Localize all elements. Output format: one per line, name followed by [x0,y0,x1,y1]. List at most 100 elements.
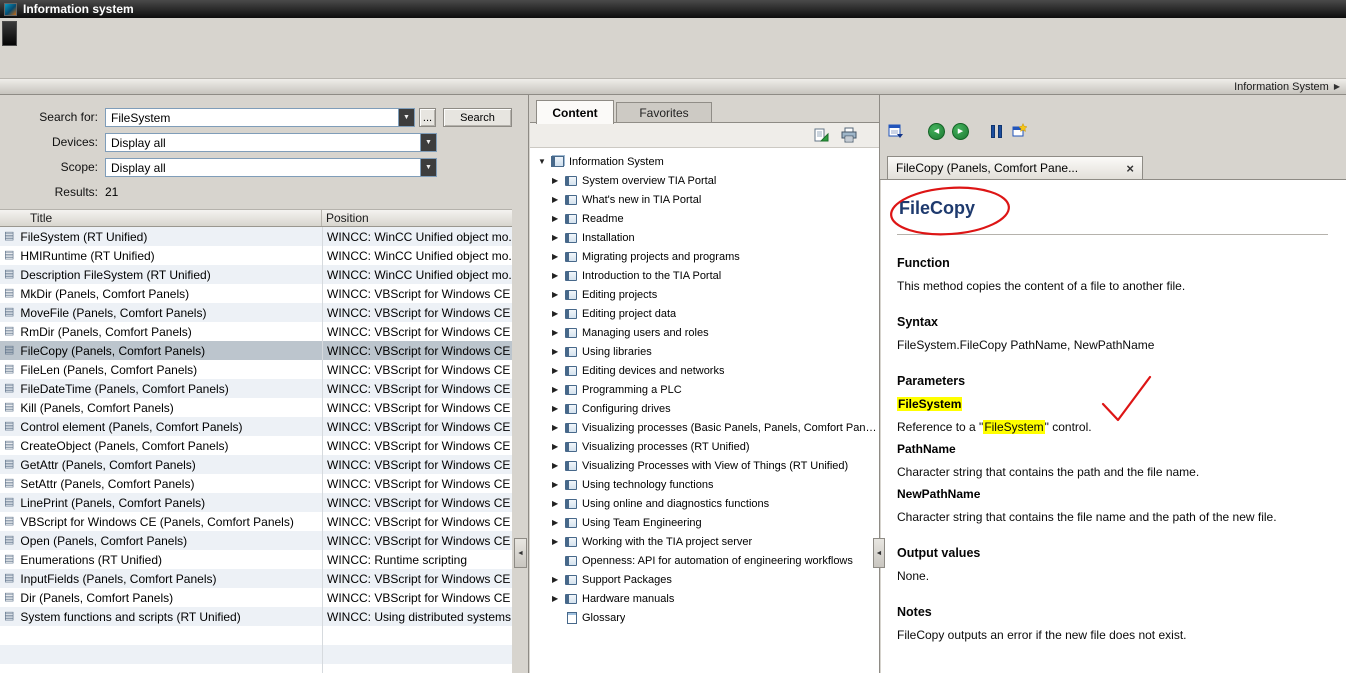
forward-icon[interactable]: ▶ [952,123,969,140]
table-row[interactable]: ▤MoveFile (Panels, Comfort Panels)WINCC:… [0,303,512,322]
table-row[interactable]: ▤HMIRuntime (RT Unified)WINCC: WinCC Uni… [0,246,512,265]
table-row[interactable]: ▤FileDateTime (Panels, Comfort Panels)WI… [0,379,512,398]
result-position: WINCC: VBScript for Windows CE [327,477,510,491]
table-row[interactable]: ▤System functions and scripts (RT Unifie… [0,607,512,626]
tree-item[interactable]: ▶Migrating projects and programs [530,247,879,266]
expand-arrow-icon[interactable]: ▶ [552,271,565,280]
table-row[interactable]: ▤GetAttr (Panels, Comfort Panels)WINCC: … [0,455,512,474]
vertical-splitter-left[interactable]: ◄ [512,95,529,673]
tree-item[interactable]: ▶What's new in TIA Portal [530,190,879,209]
start-page-icon[interactable] [1011,123,1027,139]
expand-arrow-icon[interactable]: ▶ [552,385,565,394]
tree-item[interactable]: ▶Configuring drives [530,399,879,418]
expand-arrow-icon[interactable]: ▶ [552,518,565,527]
expand-arrow-icon[interactable]: ▶ [552,328,565,337]
expand-arrow-icon[interactable]: ▶ [552,594,565,603]
table-row[interactable]: ▤VBScript for Windows CE (Panels, Comfor… [0,512,512,531]
tree-item[interactable]: Openness: API for automation of engineer… [530,551,879,570]
search-combobox[interactable]: FileSystem ▼ [105,108,415,127]
dropdown-arrow-icon[interactable]: ▼ [420,159,436,176]
table-row[interactable]: ▤FileLen (Panels, Comfort Panels)WINCC: … [0,360,512,379]
dropdown-arrow-icon[interactable]: ▼ [398,109,414,126]
expand-arrow-icon[interactable]: ▶ [552,347,565,356]
tree-item[interactable]: ▶Visualizing processes (Basic Panels, Pa… [530,418,879,437]
tree-item[interactable]: ▶Support Packages [530,570,879,589]
tree-item[interactable]: ▶Working with the TIA project server [530,532,879,551]
dropdown-arrow-icon[interactable]: ▼ [420,134,436,151]
column-header-position[interactable]: Position [322,210,512,226]
tree-item[interactable]: ▶Using online and diagnostics functions [530,494,879,513]
scope-value[interactable]: Display all [106,159,420,176]
tree-root[interactable]: ▼ Information System [530,152,879,171]
expand-arrow-icon[interactable]: ▶ [552,480,565,489]
expand-arrow-icon[interactable]: ▶ [552,290,565,299]
tree-item[interactable]: ▶Editing projects [530,285,879,304]
print-icon[interactable] [841,127,857,143]
table-row[interactable]: ▤RmDir (Panels, Comfort Panels)WINCC: VB… [0,322,512,341]
table-row[interactable]: ▤SetAttr (Panels, Comfort Panels)WINCC: … [0,474,512,493]
expand-arrow-icon[interactable]: ▶ [552,195,565,204]
expand-arrow-icon[interactable]: ▶ [552,575,565,584]
tree-item[interactable]: ▶Using Team Engineering [530,513,879,532]
tree-item[interactable]: ▶Editing devices and networks [530,361,879,380]
tree-item[interactable]: ▶Installation [530,228,879,247]
close-icon[interactable]: × [1126,162,1134,175]
expand-arrow-icon[interactable]: ▶ [552,214,565,223]
table-row[interactable]: ▤FileCopy (Panels, Comfort Panels)WINCC:… [0,341,512,360]
sync-topic-icon[interactable] [813,127,829,143]
table-row[interactable]: ▤Kill (Panels, Comfort Panels)WINCC: VBS… [0,398,512,417]
devices-value[interactable]: Display all [106,134,420,151]
scope-combobox[interactable]: Display all ▼ [105,158,437,177]
tab-favorites[interactable]: Favorites [616,102,712,123]
tree-item[interactable]: ▶Programming a PLC [530,380,879,399]
splitter-collapse-button[interactable]: ◄ [514,538,527,568]
table-row[interactable]: ▤FileSystem (RT Unified)WINCC: WinCC Uni… [0,227,512,246]
table-row[interactable]: ▤LinePrint (Panels, Comfort Panels)WINCC… [0,493,512,512]
tree-item[interactable]: ▶Using libraries [530,342,879,361]
collapse-arrow-icon[interactable]: ▼ [538,157,551,166]
breadcrumb-chevron-icon[interactable]: ▶ [1334,82,1340,91]
tree-item[interactable]: ▶Visualizing processes (RT Unified) [530,437,879,456]
table-row[interactable]: ▤Enumerations (RT Unified)WINCC: Runtime… [0,550,512,569]
search-button[interactable]: Search [443,108,512,127]
expand-arrow-icon[interactable]: ▶ [552,404,565,413]
table-row[interactable]: ▤CreateObject (Panels, Comfort Panels)WI… [0,436,512,455]
back-icon[interactable]: ◀ [928,123,945,140]
expand-arrow-icon[interactable]: ▶ [552,233,565,242]
tree-item[interactable]: ▶Introduction to the TIA Portal [530,266,879,285]
expand-arrow-icon[interactable]: ▶ [552,252,565,261]
pause-icon[interactable] [991,125,1002,138]
expand-arrow-icon[interactable]: ▶ [552,499,565,508]
table-row[interactable]: ▤Description FileSystem (RT Unified)WINC… [0,265,512,284]
table-row[interactable]: ▤Open (Panels, Comfort Panels)WINCC: VBS… [0,531,512,550]
results-count: 21 [105,183,118,202]
expand-arrow-icon[interactable]: ▶ [552,442,565,451]
table-row[interactable]: ▤MkDir (Panels, Comfort Panels)WINCC: VB… [0,284,512,303]
tree-item[interactable]: ▶Using technology functions [530,475,879,494]
splitter-collapse-button[interactable]: ◄ [873,538,885,568]
viewer-tab[interactable]: FileCopy (Panels, Comfort Pane... × [887,156,1143,180]
tree-item[interactable]: ▶Hardware manuals [530,589,879,608]
breadcrumb-item[interactable]: Information System [1234,81,1329,93]
column-header-title[interactable]: Title [0,210,322,226]
expand-arrow-icon[interactable]: ▶ [552,366,565,375]
tree-item[interactable]: ▶Editing project data [530,304,879,323]
expand-arrow-icon[interactable]: ▶ [552,309,565,318]
devices-combobox[interactable]: Display all ▼ [105,133,437,152]
tree-item[interactable]: ▶System overview TIA Portal [530,171,879,190]
table-row[interactable]: ▤InputFields (Panels, Comfort Panels)WIN… [0,569,512,588]
table-row[interactable]: ▤Dir (Panels, Comfort Panels)WINCC: VBSc… [0,588,512,607]
tree-item[interactable]: ▶Managing users and roles [530,323,879,342]
tab-content[interactable]: Content [536,100,614,124]
table-row[interactable]: ▤Control element (Panels, Comfort Panels… [0,417,512,436]
tree-item[interactable]: ▶Visualizing Processes with View of Thin… [530,456,879,475]
show-contents-icon[interactable] [888,123,904,139]
expand-arrow-icon[interactable]: ▶ [552,176,565,185]
tree-item[interactable]: Glossary [530,608,879,627]
tree-item[interactable]: ▶Readme [530,209,879,228]
expand-arrow-icon[interactable]: ▶ [552,461,565,470]
search-input[interactable]: FileSystem [106,109,398,126]
expand-arrow-icon[interactable]: ▶ [552,423,565,432]
expand-arrow-icon[interactable]: ▶ [552,537,565,546]
browse-button[interactable]: ... [419,108,436,127]
